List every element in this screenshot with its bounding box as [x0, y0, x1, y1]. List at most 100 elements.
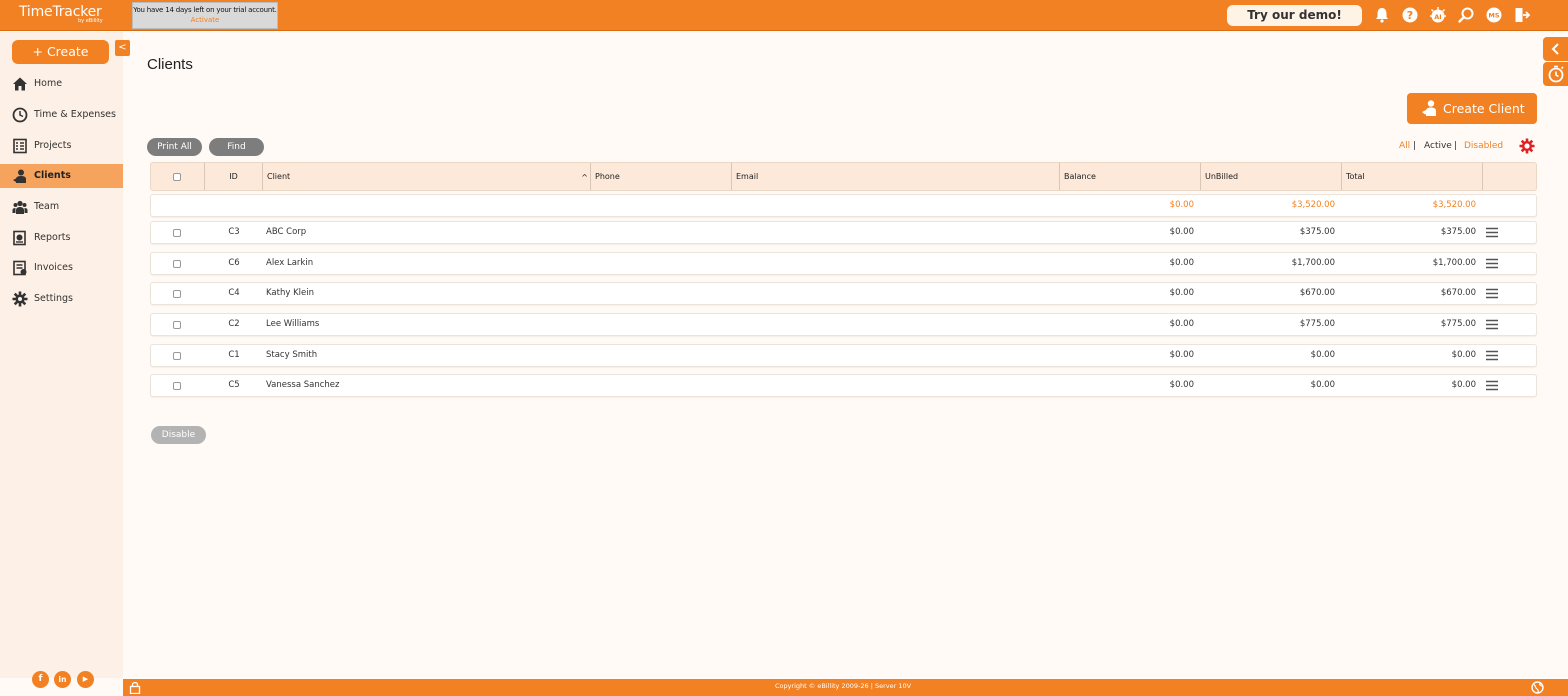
client-total: $670.00 — [1440, 288, 1476, 298]
row-checkbox[interactable] — [173, 382, 181, 390]
table-row[interactable]: C4 Kathy Klein $0.00 $670.00 $670.00 — [150, 282, 1537, 305]
row-checkbox[interactable] — [173, 352, 181, 360]
globe-icon[interactable] — [1531, 681, 1544, 694]
logout-icon[interactable] — [1513, 6, 1531, 24]
gear-icon — [12, 291, 28, 307]
clock-icon — [12, 107, 28, 123]
total-balance: $0.00 — [1169, 200, 1194, 210]
sidebar-item-label: Time & Expenses — [34, 109, 116, 120]
header-select-all-cell — [151, 163, 205, 190]
table-row[interactable]: C2 Lee Williams $0.00 $775.00 $775.00 — [150, 313, 1537, 336]
column-header-client-label: Client — [267, 172, 291, 181]
client-total: $375.00 — [1440, 227, 1476, 237]
row-checkbox[interactable] — [173, 229, 181, 237]
table-row[interactable]: C5 Vanessa Sanchez $0.00 $0.00 $0.00 — [150, 374, 1537, 397]
table-row[interactable]: C1 Stacy Smith $0.00 $0.00 $0.00 — [150, 344, 1537, 367]
client-balance: $0.00 — [1169, 288, 1194, 298]
column-header-balance[interactable]: Balance — [1060, 163, 1201, 190]
app-logo-sub: by eBillity — [78, 18, 103, 24]
column-header-email[interactable]: Email — [732, 163, 1060, 190]
row-checkbox[interactable] — [173, 321, 181, 329]
column-header-total[interactable]: Total — [1342, 163, 1483, 190]
sidebar-item-home[interactable]: Home — [0, 72, 123, 96]
create-button[interactable]: + Create — [12, 40, 109, 64]
print-all-button[interactable]: Print All — [147, 138, 202, 156]
youtube-icon[interactable]: ▶ — [77, 671, 94, 688]
client-name[interactable]: Stacy Smith — [266, 345, 317, 366]
client-id: C6 — [228, 258, 240, 268]
add-client-icon — [1422, 100, 1436, 116]
sidebar-item-label: Home — [34, 78, 63, 89]
client-unbilled: $670.00 — [1299, 288, 1335, 298]
client-id: C3 — [228, 227, 240, 237]
client-unbilled: $0.00 — [1310, 380, 1335, 390]
column-header-id[interactable]: ID — [205, 163, 263, 190]
sidebar-item-projects[interactable]: Projects — [0, 134, 123, 158]
client-name[interactable]: Alex Larkin — [266, 253, 313, 274]
client-icon — [13, 169, 26, 183]
client-name[interactable]: Kathy Klein — [266, 283, 314, 304]
column-header-client[interactable]: Client ^ — [263, 163, 591, 190]
filter-active[interactable]: Active — [1424, 141, 1452, 151]
total-total: $3,520.00 — [1432, 200, 1476, 210]
sidebar-item-settings[interactable]: Settings — [0, 287, 123, 311]
client-unbilled: $375.00 — [1299, 227, 1335, 237]
svg-text:?: ? — [1407, 9, 1413, 22]
table-row[interactable]: C3 ABC Corp $0.00 $375.00 $375.00 — [150, 221, 1537, 244]
client-name[interactable]: Lee Williams — [266, 314, 319, 335]
trial-message: You have 14 days left on your trial acco… — [133, 6, 277, 14]
invoices-icon — [13, 260, 27, 276]
client-name[interactable]: ABC Corp — [266, 222, 306, 243]
user-avatar[interactable]: MS — [1485, 6, 1503, 24]
client-name[interactable]: Vanessa Sanchez — [266, 375, 340, 396]
row-checkbox[interactable] — [173, 290, 181, 298]
sidebar-item-team[interactable]: Team — [0, 195, 123, 219]
help-icon[interactable]: ? — [1401, 6, 1419, 24]
column-header-unbilled[interactable]: UnBilled — [1201, 163, 1342, 190]
facebook-icon[interactable]: f — [32, 671, 49, 688]
table-row[interactable]: C6 Alex Larkin $0.00 $1,700.00 $1,700.00 — [150, 252, 1537, 275]
row-menu-icon[interactable] — [1486, 319, 1498, 330]
row-menu-icon[interactable] — [1486, 227, 1498, 238]
column-settings-gear-icon[interactable] — [1519, 138, 1535, 154]
ai-badge-text: AI — [1434, 13, 1441, 21]
client-id: C1 — [228, 350, 240, 360]
row-menu-icon[interactable] — [1486, 350, 1498, 361]
row-checkbox[interactable] — [173, 260, 181, 268]
row-menu-icon[interactable] — [1486, 258, 1498, 269]
sidebar-item-clients[interactable]: Clients — [0, 164, 123, 188]
sidebar-item-label: Team — [34, 201, 60, 212]
bell-icon[interactable] — [1373, 6, 1391, 24]
row-menu-icon[interactable] — [1486, 380, 1498, 391]
column-header-phone[interactable]: Phone — [591, 163, 732, 190]
linkedin-icon[interactable]: in — [54, 671, 71, 688]
sidebar-item-label: Settings — [34, 293, 73, 304]
filter-all[interactable]: All — [1399, 141, 1410, 151]
projects-icon — [13, 138, 27, 154]
sidebar-item-label: Invoices — [34, 262, 73, 273]
column-header-actions — [1483, 163, 1536, 190]
filter-separator: | — [1413, 141, 1417, 151]
timer-tab[interactable] — [1543, 62, 1568, 86]
page-title: Clients — [147, 56, 193, 73]
right-panel-collapse-tab[interactable] — [1543, 37, 1568, 61]
trial-banner: You have 14 days left on your trial acco… — [132, 2, 278, 29]
find-button[interactable]: Find — [209, 138, 264, 156]
row-menu-icon[interactable] — [1486, 288, 1498, 299]
client-total: $775.00 — [1440, 319, 1476, 329]
sidebar-item-time-expenses[interactable]: Time & Expenses — [0, 103, 123, 127]
disable-button[interactable]: Disable — [151, 426, 206, 444]
client-balance: $0.00 — [1169, 319, 1194, 329]
filter-disabled[interactable]: Disabled — [1464, 141, 1503, 151]
create-client-button[interactable]: Create Client — [1407, 93, 1537, 124]
sidebar-item-label: Projects — [34, 140, 72, 151]
try-demo-button[interactable]: Try our demo! — [1227, 5, 1362, 26]
select-all-checkbox[interactable] — [173, 173, 181, 181]
ai-assistant-icon[interactable]: AI — [1429, 6, 1447, 24]
sidebar-item-reports[interactable]: Reports — [0, 226, 123, 250]
activate-link[interactable]: Activate — [133, 16, 277, 24]
search-icon[interactable] — [1457, 6, 1475, 24]
sidebar-item-invoices[interactable]: Invoices — [0, 256, 123, 280]
collapse-sidebar-button[interactable]: < — [115, 40, 130, 56]
client-balance: $0.00 — [1169, 380, 1194, 390]
